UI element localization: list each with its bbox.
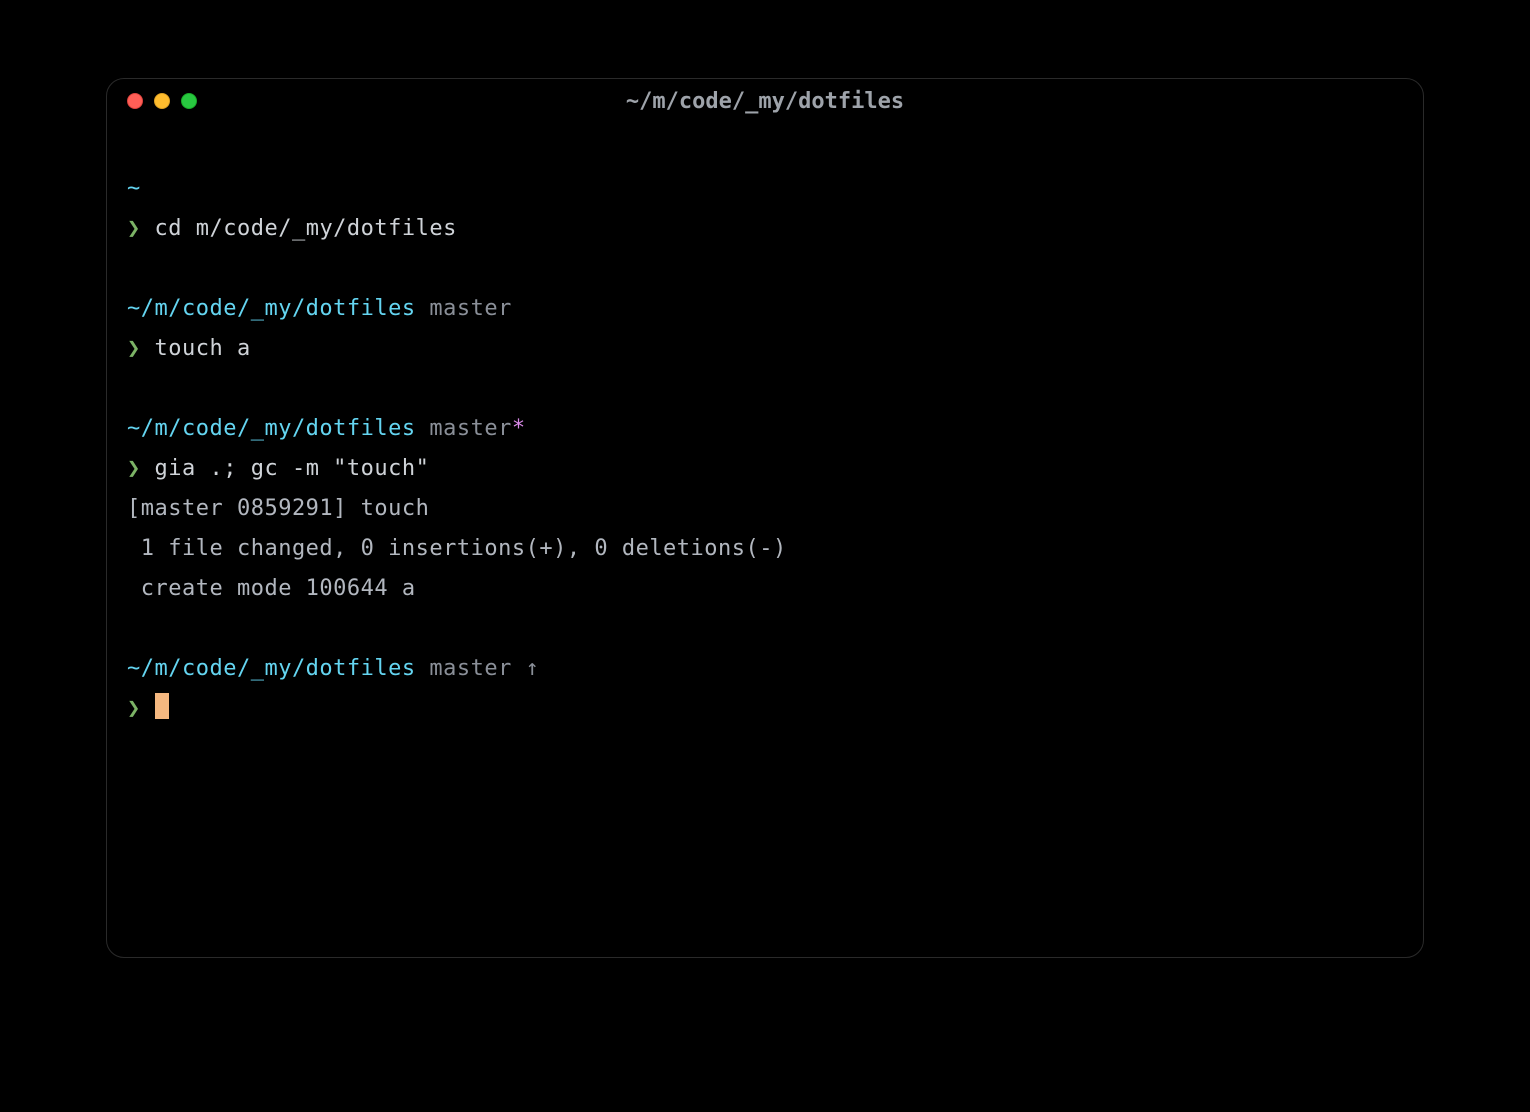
git-ahead-icon: ↑	[526, 656, 540, 681]
git-branch: master	[429, 296, 511, 321]
git-branch: master	[429, 416, 511, 441]
title-bar: ~/m/code/_my/dotfiles	[107, 79, 1423, 123]
close-icon[interactable]	[127, 93, 143, 109]
prompt-symbol: ❯	[127, 216, 141, 241]
command-output: create mode 100644 a	[127, 576, 416, 601]
terminal-window: ~/m/code/_my/dotfiles ~ ❯ cd m/code/_my/…	[106, 78, 1424, 958]
prompt-symbol: ❯	[127, 696, 141, 721]
command-text: cd m/code/_my/dotfiles	[155, 216, 457, 241]
minimize-icon[interactable]	[154, 93, 170, 109]
command-text: gia .; gc -m "touch"	[155, 456, 430, 481]
prompt-path: ~/m/code/_my/dotfiles	[127, 656, 416, 681]
git-branch: master	[429, 656, 511, 681]
prompt-path: ~/m/code/_my/dotfiles	[127, 296, 416, 321]
window-title: ~/m/code/_my/dotfiles	[107, 89, 1423, 114]
command-text: touch a	[155, 336, 251, 361]
maximize-icon[interactable]	[181, 93, 197, 109]
command-output: 1 file changed, 0 insertions(+), 0 delet…	[127, 536, 787, 561]
git-dirty-indicator: *	[512, 416, 526, 441]
terminal-body[interactable]: ~ ❯ cd m/code/_my/dotfiles ~/m/code/_my/…	[107, 123, 1423, 957]
prompt-path: ~/m/code/_my/dotfiles	[127, 416, 416, 441]
cursor	[155, 693, 169, 719]
traffic-lights	[127, 93, 197, 109]
prompt-symbol: ❯	[127, 336, 141, 361]
command-output: [master 0859291] touch	[127, 496, 429, 521]
prompt-symbol: ❯	[127, 456, 141, 481]
prompt-path: ~	[127, 176, 141, 201]
